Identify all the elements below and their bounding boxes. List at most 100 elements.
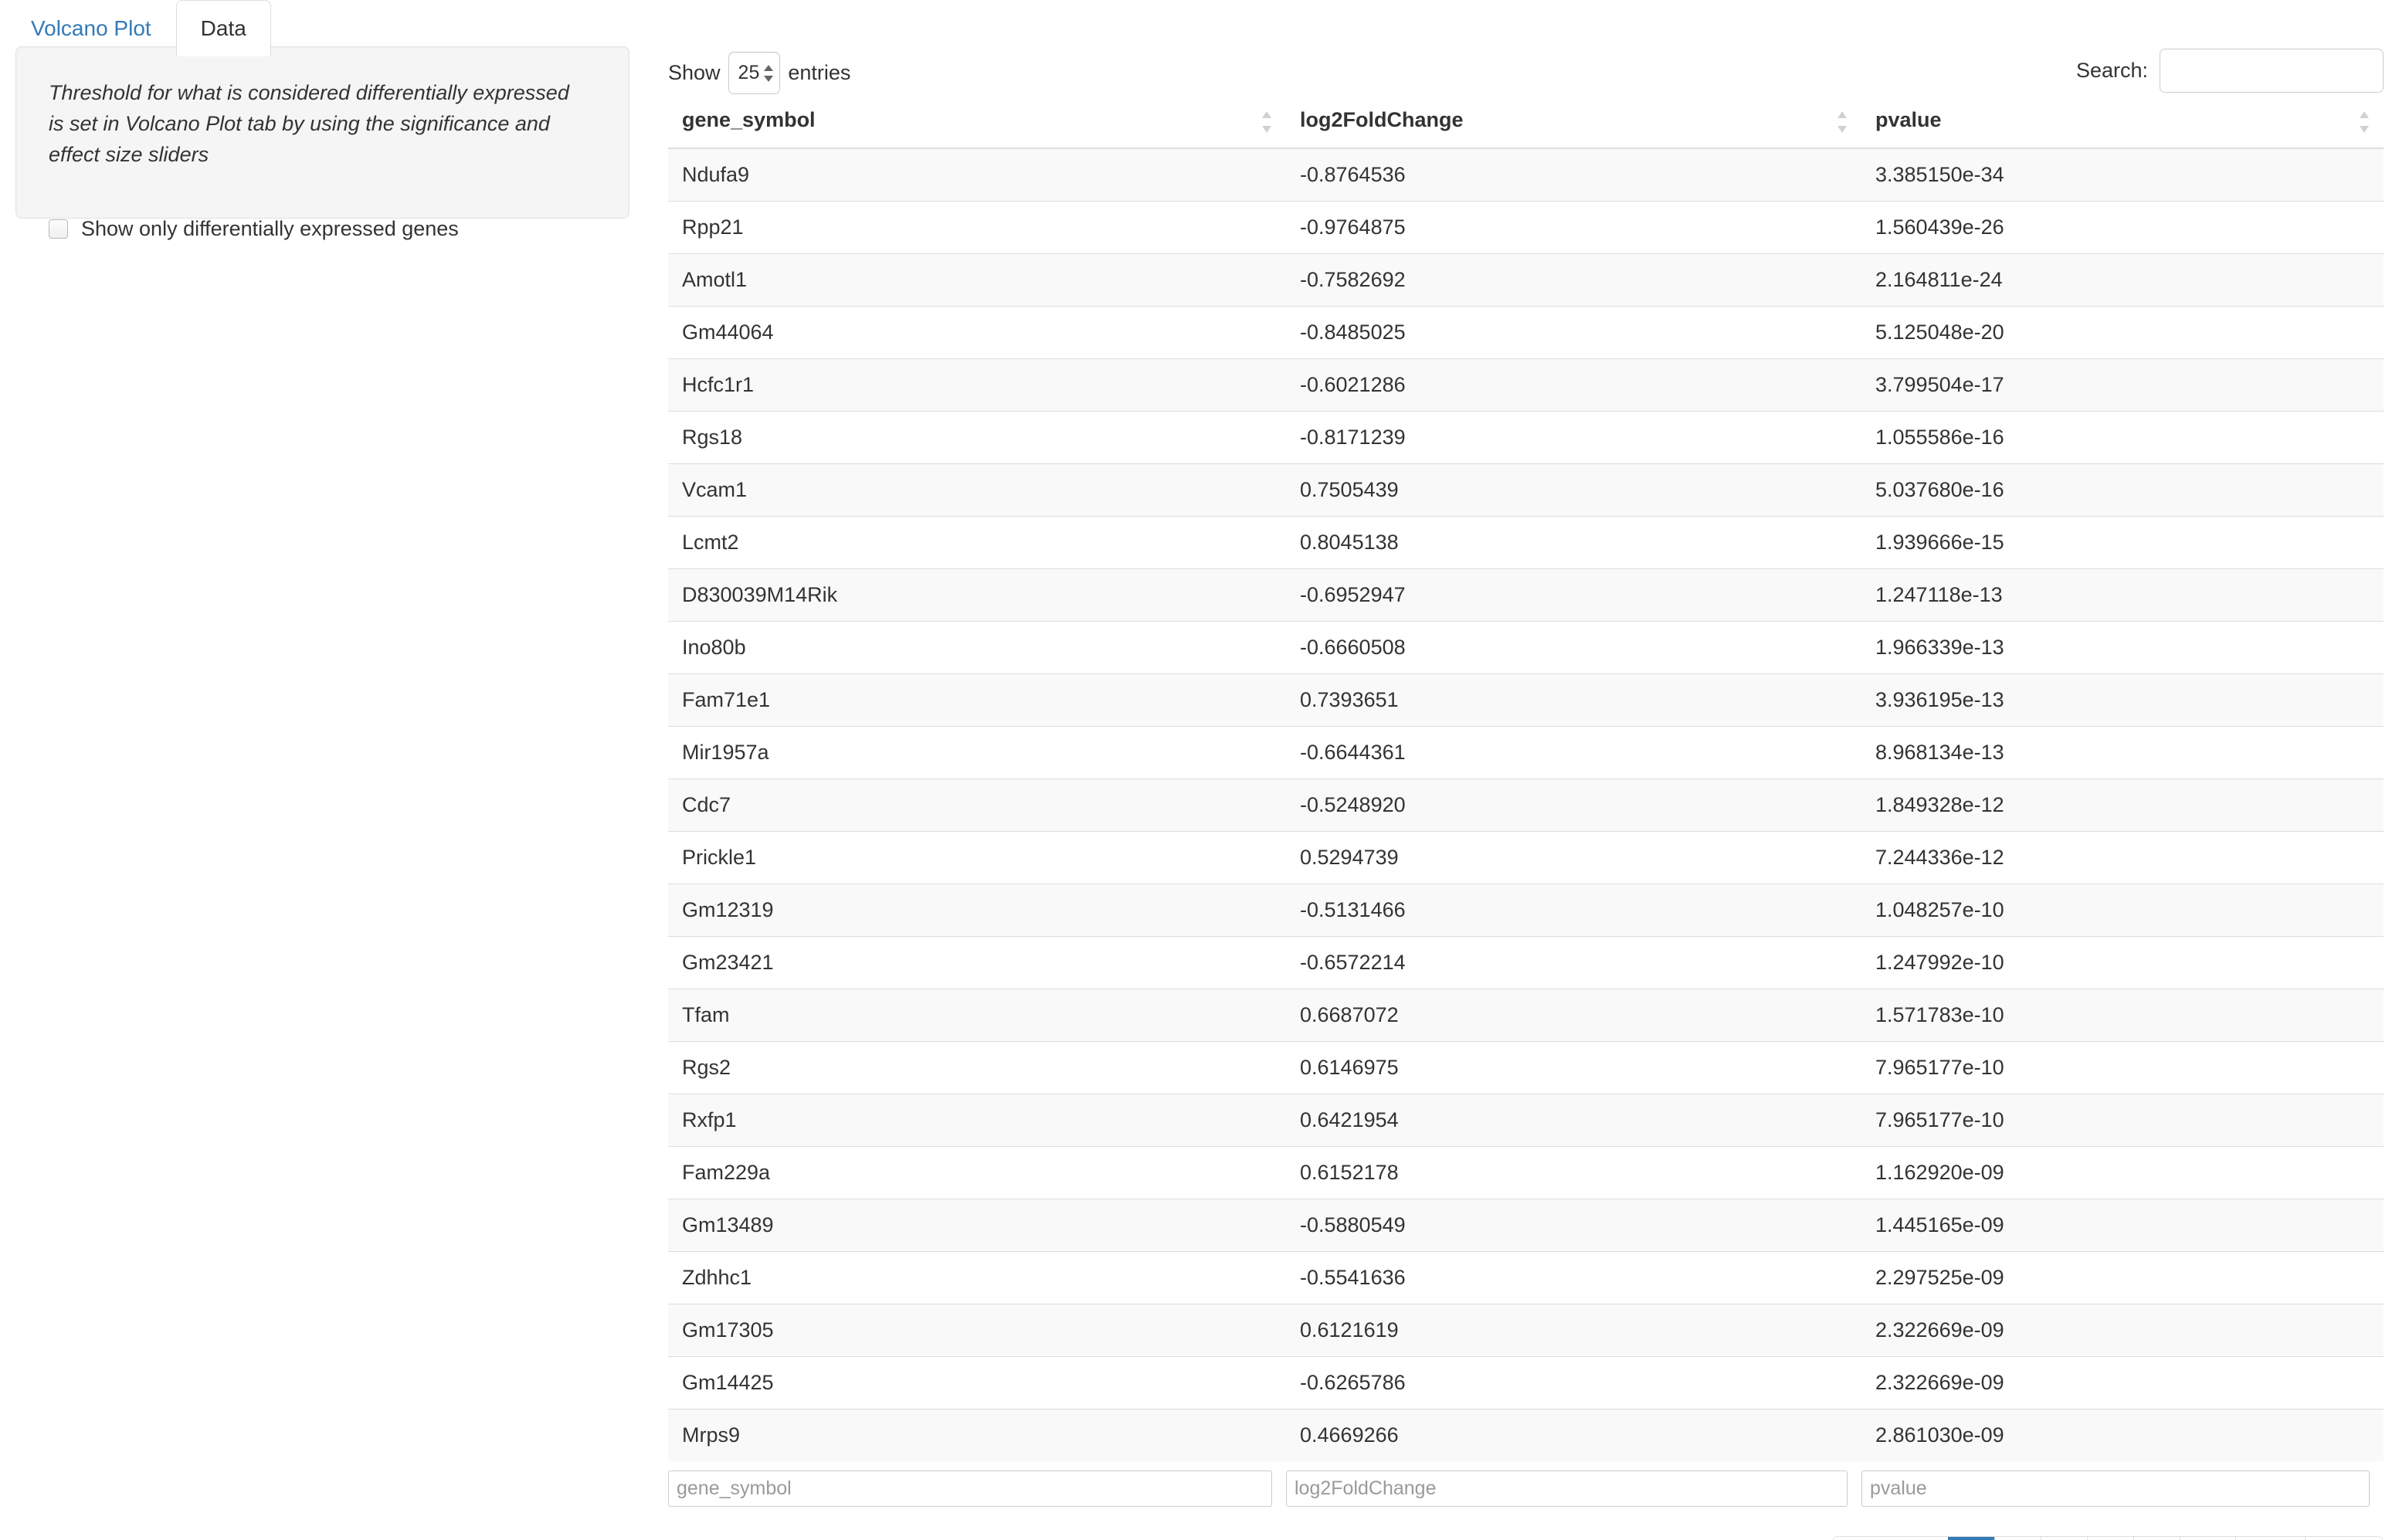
show-only-de-genes-checkbox[interactable] [49, 219, 68, 239]
cell-gene_symbol: Rpp21 [668, 201, 1286, 254]
cell-pvalue: 1.247118e-13 [1861, 568, 2384, 622]
table-header-row: gene_symbol log2FoldChange pvalue [668, 96, 2384, 149]
tab-data[interactable]: Data [175, 0, 271, 56]
column-header-gene-symbol-label: gene_symbol [682, 108, 816, 131]
pagination: Previous12345…852Next [1832, 1536, 2384, 1540]
cell-pvalue: 2.322669e-09 [1861, 1304, 2384, 1357]
show-only-de-genes-label: Show only differentially expressed genes [81, 217, 459, 240]
table-row[interactable]: Fam229a 0.6152178 1.162920e-09 [668, 1146, 2384, 1199]
sort-icon[interactable] [2360, 110, 2370, 133]
table-row[interactable]: Gm12319 -0.5131466 1.048257e-10 [668, 884, 2384, 937]
tab-volcano-plot-label: Volcano Plot [31, 16, 151, 40]
pagination-button-852[interactable]: 852 [2235, 1537, 2306, 1540]
pagination-button-4[interactable]: 4 [2087, 1537, 2134, 1540]
sort-icon[interactable] [1837, 110, 1848, 133]
column-filter-pvalue-cell [1861, 1470, 2384, 1507]
table-head: gene_symbol log2FoldChange pvalue [668, 96, 2384, 149]
column-filter-pvalue[interactable] [1861, 1470, 2370, 1507]
table-row[interactable]: Tfam 0.6687072 1.571783e-10 [668, 989, 2384, 1042]
cell-gene_symbol: Gm12319 [668, 884, 1286, 937]
pagination-button-previous[interactable]: Previous [1833, 1537, 1949, 1540]
table-row[interactable]: Fam71e1 0.7393651 3.936195e-13 [668, 673, 2384, 727]
table-row[interactable]: Rpp21 -0.9764875 1.560439e-26 [668, 201, 2384, 254]
table-row[interactable]: Rgs2 0.6146975 7.965177e-10 [668, 1041, 2384, 1094]
cell-gene_symbol: Fam229a [668, 1146, 1286, 1199]
table-bottom-bar: Showing 1 to 25 of 21,276 entries Previo… [668, 1536, 2384, 1540]
chevron-updown-icon [764, 64, 774, 83]
table-row[interactable]: Lcmt2 0.8045138 1.939666e-15 [668, 516, 2384, 569]
cell-pvalue: 2.297525e-09 [1861, 1251, 2384, 1304]
cell-gene_symbol: Mrps9 [668, 1409, 1286, 1461]
cell-log2FoldChange: -0.6021286 [1286, 358, 1861, 412]
cell-pvalue: 2.164811e-24 [1861, 253, 2384, 307]
pagination-button-5[interactable]: 5 [2133, 1537, 2180, 1540]
cell-log2FoldChange: 0.8045138 [1286, 516, 1861, 569]
cell-gene_symbol: Cdc7 [668, 778, 1286, 832]
table-row[interactable]: Gm14425 -0.6265786 2.322669e-09 [668, 1356, 2384, 1409]
show-label: Show [668, 61, 721, 84]
cell-gene_symbol: Ino80b [668, 621, 1286, 674]
column-header-gene-symbol[interactable]: gene_symbol [668, 96, 1286, 149]
cell-pvalue: 1.055586e-16 [1861, 411, 2384, 464]
cell-pvalue: 1.048257e-10 [1861, 884, 2384, 937]
column-header-pvalue[interactable]: pvalue [1861, 96, 2384, 149]
table-row[interactable]: Gm17305 0.6121619 2.322669e-09 [668, 1304, 2384, 1357]
table-row[interactable]: Prickle1 0.5294739 7.244336e-12 [668, 831, 2384, 884]
search-input[interactable] [2160, 49, 2384, 93]
cell-pvalue: 1.162920e-09 [1861, 1146, 2384, 1199]
cell-log2FoldChange: -0.5880549 [1286, 1199, 1861, 1252]
table-row[interactable]: Vcam1 0.7505439 5.037680e-16 [668, 463, 2384, 517]
cell-log2FoldChange: 0.6152178 [1286, 1146, 1861, 1199]
table-row[interactable]: Rxfp1 0.6421954 7.965177e-10 [668, 1094, 2384, 1147]
cell-pvalue: 5.125048e-20 [1861, 306, 2384, 359]
table-top-controls: Show 25 entries Search: [668, 46, 2384, 94]
column-filter-log2foldchange[interactable] [1286, 1470, 1848, 1507]
table-row[interactable]: Hcfc1r1 -0.6021286 3.799504e-17 [668, 358, 2384, 412]
table-row[interactable]: Gm23421 -0.6572214 1.247992e-10 [668, 936, 2384, 989]
table-row[interactable]: Amotl1 -0.7582692 2.164811e-24 [668, 253, 2384, 307]
cell-pvalue: 1.939666e-15 [1861, 516, 2384, 569]
pagination-button-2[interactable]: 2 [1994, 1537, 2041, 1540]
pagination-button-: … [2180, 1537, 2236, 1540]
pagination-button-next[interactable]: Next [2305, 1537, 2383, 1540]
cell-log2FoldChange: 0.4669266 [1286, 1409, 1861, 1461]
cell-log2FoldChange: 0.7505439 [1286, 463, 1861, 517]
table-row[interactable]: Ndufa9 -0.8764536 3.385150e-34 [668, 148, 2384, 202]
page-length-select[interactable]: 25 [728, 52, 781, 94]
table-row[interactable]: Ino80b -0.6660508 1.966339e-13 [668, 621, 2384, 674]
table-row[interactable]: D830039M14Rik -0.6952947 1.247118e-13 [668, 568, 2384, 622]
cell-gene_symbol: Gm17305 [668, 1304, 1286, 1357]
cell-log2FoldChange: -0.5248920 [1286, 778, 1861, 832]
cell-pvalue: 2.322669e-09 [1861, 1356, 2384, 1409]
column-header-log2foldchange[interactable]: log2FoldChange [1286, 96, 1861, 149]
cell-gene_symbol: Ndufa9 [668, 148, 1286, 202]
cell-gene_symbol: Gm13489 [668, 1199, 1286, 1252]
cell-gene_symbol: Mir1957a [668, 726, 1286, 779]
cell-log2FoldChange: 0.6687072 [1286, 989, 1861, 1042]
table-row[interactable]: Gm13489 -0.5880549 1.445165e-09 [668, 1199, 2384, 1252]
cell-gene_symbol: Amotl1 [668, 253, 1286, 307]
table-row[interactable]: Mrps9 0.4669266 2.861030e-09 [668, 1409, 2384, 1461]
cell-log2FoldChange: -0.6572214 [1286, 936, 1861, 989]
show-only-de-genes-row[interactable]: Show only differentially expressed genes [49, 219, 459, 239]
sidebar-panel: Threshold for what is considered differe… [15, 46, 629, 239]
table-row[interactable]: Zdhhc1 -0.5541636 2.297525e-09 [668, 1251, 2384, 1304]
entries-label: entries [788, 61, 851, 84]
column-filter-gene-symbol[interactable] [668, 1470, 1272, 1507]
pagination-button-3[interactable]: 3 [2041, 1537, 2088, 1540]
table-row[interactable]: Rgs18 -0.8171239 1.055586e-16 [668, 411, 2384, 464]
cell-log2FoldChange: -0.8171239 [1286, 411, 1861, 464]
sort-icon[interactable] [1262, 110, 1272, 133]
cell-pvalue: 1.966339e-13 [1861, 621, 2384, 674]
column-header-log2foldchange-label: log2FoldChange [1300, 108, 1464, 131]
table-row[interactable]: Cdc7 -0.5248920 1.849328e-12 [668, 778, 2384, 832]
cell-gene_symbol: Gm14425 [668, 1356, 1286, 1409]
table-row[interactable]: Gm44064 -0.8485025 5.125048e-20 [668, 306, 2384, 359]
cell-pvalue: 1.247992e-10 [1861, 936, 2384, 989]
table-row[interactable]: Mir1957a -0.6644361 8.968134e-13 [668, 726, 2384, 779]
cell-log2FoldChange: -0.5131466 [1286, 884, 1861, 937]
cell-pvalue: 1.849328e-12 [1861, 778, 2384, 832]
column-filter-row [668, 1470, 2384, 1507]
pagination-button-1[interactable]: 1 [1948, 1537, 1995, 1540]
cell-pvalue: 1.445165e-09 [1861, 1199, 2384, 1252]
